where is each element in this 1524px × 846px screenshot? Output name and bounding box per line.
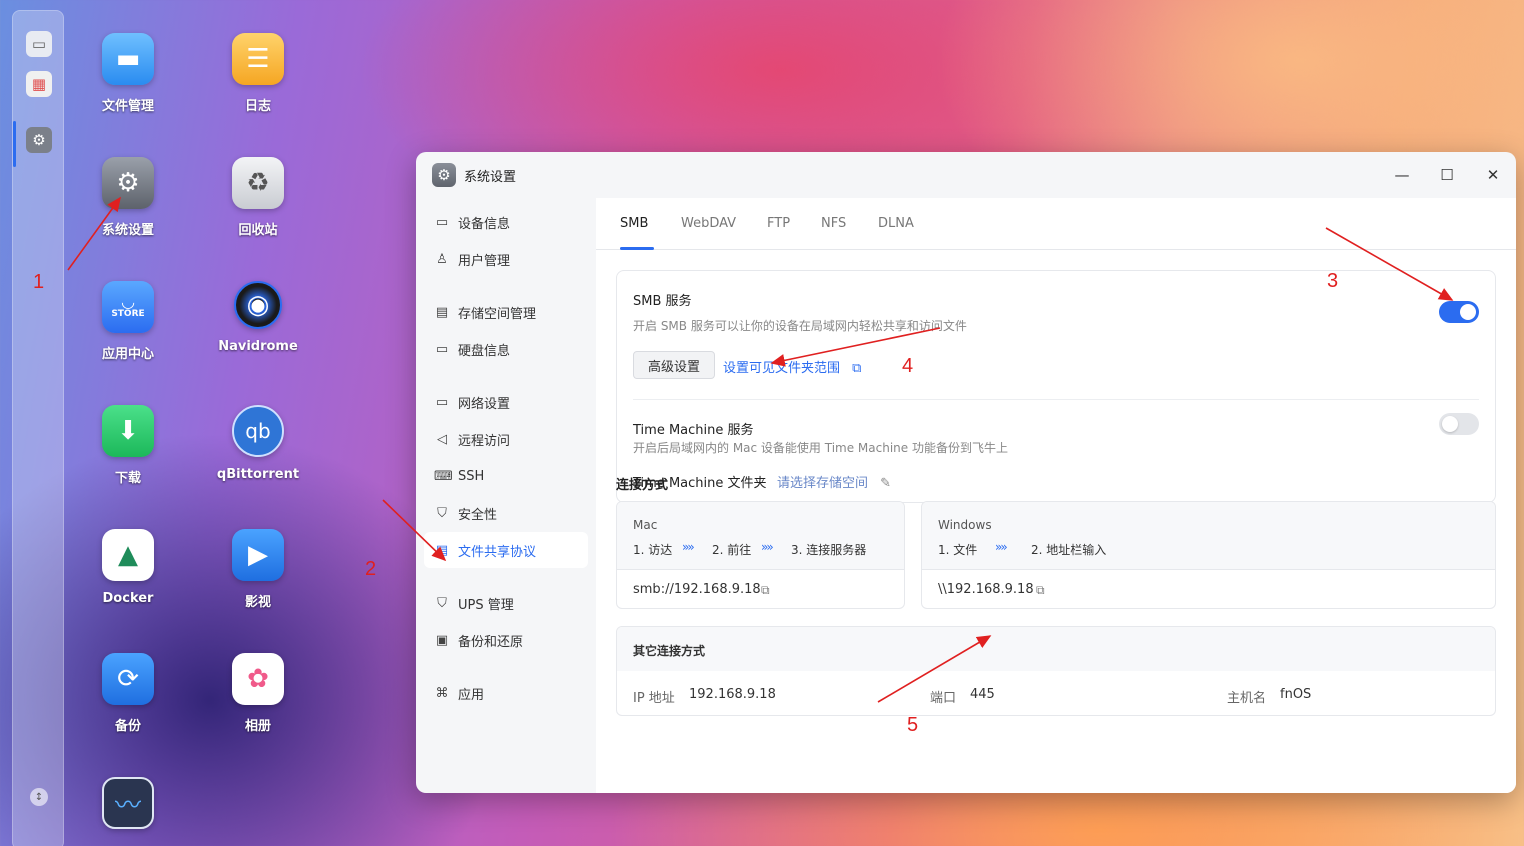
annotation-label-4: 4	[902, 355, 914, 377]
annotation-label-1: 1	[33, 271, 45, 293]
annotation-label-5: 5	[907, 714, 919, 736]
annotation-arrow-2	[382, 499, 447, 562]
annotation-arrow-4	[770, 327, 941, 367]
annotation-label-2: 2	[365, 558, 377, 580]
annotation-label-3: 3	[1327, 270, 1339, 292]
annotation-arrows	[67, 196, 1454, 703]
annotation-arrow-5	[877, 635, 992, 703]
annotation-arrow-1	[67, 196, 121, 271]
annotation-arrow-3	[1325, 227, 1454, 301]
